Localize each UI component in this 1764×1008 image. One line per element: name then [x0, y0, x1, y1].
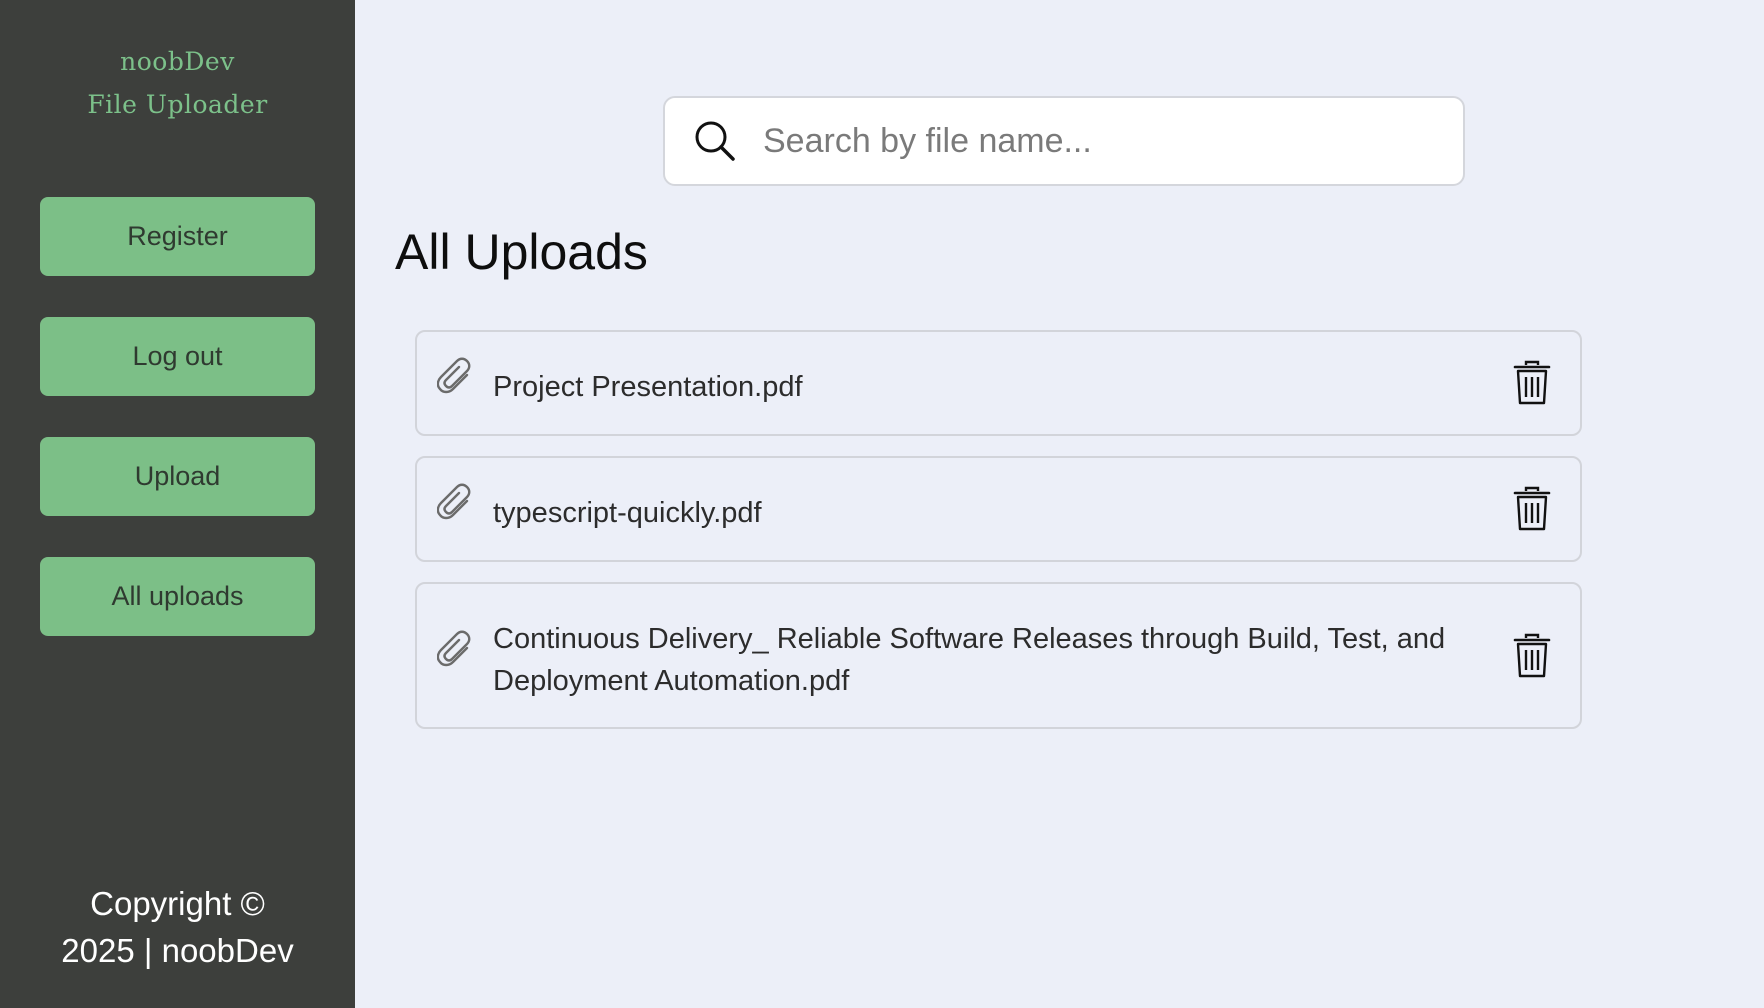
logout-button[interactable]: Log out: [40, 317, 315, 396]
file-name: typescript-quickly.pdf: [493, 497, 762, 529]
brand-line-2: File Uploader: [87, 90, 268, 119]
file-name: Project Presentation.pdf: [493, 371, 803, 403]
copyright-line-1: Copyright ©: [90, 885, 265, 922]
trash-icon[interactable]: [1510, 359, 1554, 407]
register-button[interactable]: Register: [40, 197, 315, 276]
search-bar[interactable]: [663, 96, 1465, 186]
trash-icon[interactable]: [1510, 485, 1554, 533]
file-row[interactable]: Project Presentation.pdf: [415, 330, 1582, 436]
brand-logo: noobDev File Uploader: [0, 40, 355, 126]
paperclip-icon: [436, 355, 475, 399]
file-row[interactable]: typescript-quickly.pdf: [415, 456, 1582, 562]
trash-icon[interactable]: [1510, 632, 1554, 680]
paperclip-icon: [436, 481, 475, 525]
search-input[interactable]: [763, 121, 1403, 161]
main-content: All Uploads Project Presentation.pdf: [355, 0, 1764, 1008]
all-uploads-button[interactable]: All uploads: [40, 557, 315, 636]
app-root: noobDev File Uploader Register Log out U…: [0, 0, 1764, 1008]
upload-button[interactable]: Upload: [40, 437, 315, 516]
copyright-line-2: 2025 | noobDev: [61, 932, 294, 969]
file-row[interactable]: Continuous Delivery_ Reliable Software R…: [415, 582, 1582, 729]
page-title: All Uploads: [395, 224, 648, 280]
file-name: Continuous Delivery_ Reliable Software R…: [493, 622, 1446, 697]
sidebar: noobDev File Uploader Register Log out U…: [0, 0, 355, 1008]
search-icon: [691, 117, 739, 165]
file-list: Project Presentation.pdf typescript-quic…: [415, 330, 1582, 749]
brand-line-1: noobDev: [120, 47, 235, 76]
copyright-footer: Copyright © 2025 | noobDev: [0, 880, 355, 974]
paperclip-icon: [436, 628, 475, 672]
